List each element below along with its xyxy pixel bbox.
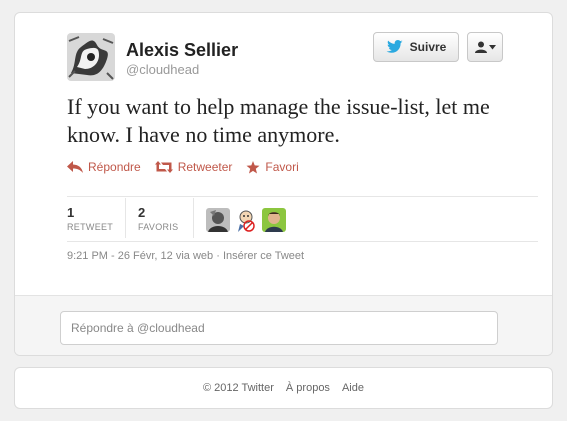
favorites-stat[interactable]: 2 FAVORIS [138,205,178,232]
user-avatar[interactable] [234,208,258,232]
tweet-actions: Répondre Retweeter Favori [67,157,299,177]
user-avatar[interactable] [206,208,230,232]
retweet-button[interactable]: Retweeter [154,160,233,174]
tweet-text: If you want to help manage the issue-lis… [67,94,490,147]
about-link[interactable]: À propos [286,382,330,394]
author-handle[interactable]: @cloudhead [126,62,199,77]
reply-input[interactable] [60,311,498,345]
help-link[interactable]: Aide [342,382,364,394]
retweet-stat[interactable]: 1 RETWEET [67,205,113,232]
favorites-count: 2 [138,205,146,220]
tweet-source: via web [175,250,214,262]
retweet-label: Retweeter [177,160,233,174]
embed-tweet-link[interactable]: Insérer ce Tweet [223,250,304,262]
caret-down-icon [488,44,496,49]
follow-button-label: Suivre [409,40,447,54]
reply-label: Répondre [88,160,141,174]
favorite-label: Favori [265,160,299,174]
tweet-timestamp[interactable]: 9:21 PM - 26 Févr, 12 [67,250,173,262]
author-avatar[interactable] [67,33,115,81]
copyright-text: © 2012 Twitter [203,382,274,394]
retweet-count: 1 [67,205,75,220]
divider [67,196,538,197]
engaged-users [206,208,286,232]
favorites-stat-label: FAVORIS [138,222,179,232]
stat-divider [193,198,194,238]
favorite-button[interactable]: Favori [246,160,299,174]
user-actions-dropdown[interactable] [467,32,503,62]
tweet-card: Alexis Sellier @cloudhead Suivre If you … [14,12,553,356]
reply-area [15,295,552,355]
stat-divider [125,198,126,238]
user-icon [474,41,487,53]
retweet-icon [154,161,173,173]
meta-separator: · [216,250,220,262]
author-name[interactable]: Alexis Sellier [126,40,238,61]
reply-icon [67,161,83,173]
user-avatar[interactable] [262,208,286,232]
tweet-meta: 9:21 PM - 26 Févr, 12 via web · Insérer … [67,250,304,262]
reply-button[interactable]: Répondre [67,160,141,174]
twitter-bird-icon [386,40,403,53]
follow-button[interactable]: Suivre [373,32,459,62]
footer: © 2012 Twitter À propos Aide [14,367,553,409]
retweet-stat-label: RETWEET [67,222,114,232]
star-icon [246,160,260,173]
divider [67,241,538,242]
